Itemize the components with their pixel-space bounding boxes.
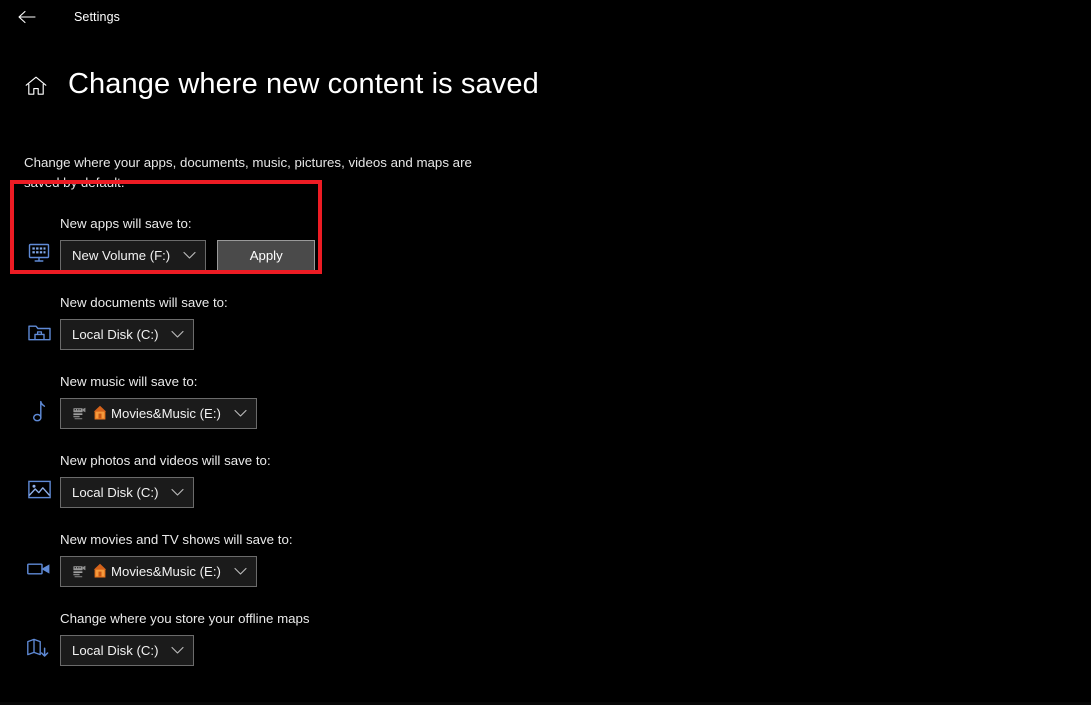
settings-list: New apps will save to: New Volume (F:) A… <box>0 215 1091 666</box>
film-drive-icon <box>72 564 91 579</box>
chevron-down-icon <box>171 330 185 339</box>
dropdown-documents-location[interactable]: Local Disk (C:) <box>60 318 195 350</box>
setting-controls-apps: New Volume (F:) Apply <box>60 239 1091 271</box>
setting-controls-music: Movies&Music (E:) <box>60 397 1091 429</box>
dropdown-value: Local Disk (C:) <box>72 326 159 342</box>
setting-label-documents: New documents will save to: <box>60 294 228 310</box>
dropdown-photos-location[interactable]: Local Disk (C:) <box>60 476 195 508</box>
setting-label-photos: New photos and videos will save to: <box>60 452 271 468</box>
video-camera-icon <box>24 554 54 584</box>
setting-row-maps: Change where you store your offline maps… <box>24 610 1091 666</box>
setting-row-movies: New movies and TV shows will save to: Mo… <box>24 531 1091 587</box>
picture-icon <box>24 475 54 505</box>
titlebar: Settings <box>0 0 1091 33</box>
offline-map-icon <box>24 633 54 663</box>
orange-house-icon <box>93 405 109 421</box>
setting-controls-maps: Local Disk (C:) <box>60 634 1091 666</box>
setting-row-documents: New documents will save to: Local Disk (… <box>24 294 1091 350</box>
setting-label-movies: New movies and TV shows will save to: <box>60 531 293 547</box>
home-icon[interactable] <box>22 72 50 100</box>
chevron-down-icon <box>171 488 185 497</box>
setting-row-music: New music will save to: Movies&Music (E:… <box>24 373 1091 429</box>
film-drive-icon <box>72 406 91 421</box>
setting-label-apps: New apps will save to: <box>60 215 192 231</box>
setting-controls-photos: Local Disk (C:) <box>60 476 1091 508</box>
setting-label-music: New music will save to: <box>60 373 198 389</box>
back-button[interactable] <box>14 4 40 30</box>
setting-label-maps: Change where you store your offline maps <box>60 610 310 626</box>
dropdown-value: Local Disk (C:) <box>72 642 159 658</box>
setting-controls-movies: Movies&Music (E:) <box>60 555 1091 587</box>
page-description: Change where your apps, documents, music… <box>24 154 472 190</box>
folder-documents-icon <box>24 317 54 347</box>
dropdown-apps-location[interactable]: New Volume (F:) <box>60 239 207 271</box>
app-title: Settings <box>74 9 120 24</box>
setting-row-photos: New photos and videos will save to: Loca… <box>24 452 1091 508</box>
dropdown-music-location[interactable]: Movies&Music (E:) <box>60 397 257 429</box>
music-note-icon <box>24 396 54 426</box>
setting-row-apps: New apps will save to: New Volume (F:) A… <box>24 215 1091 271</box>
page-title: Change where new content is saved <box>68 68 539 101</box>
chevron-down-icon <box>234 567 247 576</box>
dropdown-value: Movies&Music (E:) <box>111 405 221 421</box>
chevron-down-icon <box>183 251 196 260</box>
dropdown-maps-location[interactable]: Local Disk (C:) <box>60 634 195 666</box>
chevron-down-icon <box>234 409 247 418</box>
page-header: Change where new content is saved <box>0 52 1091 120</box>
dropdown-value: Movies&Music (E:) <box>111 563 221 579</box>
monitor-apps-icon <box>24 238 54 268</box>
dropdown-value: Local Disk (C:) <box>72 484 159 500</box>
chevron-down-icon <box>171 646 185 655</box>
setting-controls-documents: Local Disk (C:) <box>60 318 1091 350</box>
back-arrow-icon <box>18 10 36 24</box>
orange-house-icon <box>93 563 109 579</box>
dropdown-movies-location[interactable]: Movies&Music (E:) <box>60 555 257 587</box>
dropdown-value: New Volume (F:) <box>72 247 171 263</box>
apply-button[interactable]: Apply <box>217 239 316 271</box>
